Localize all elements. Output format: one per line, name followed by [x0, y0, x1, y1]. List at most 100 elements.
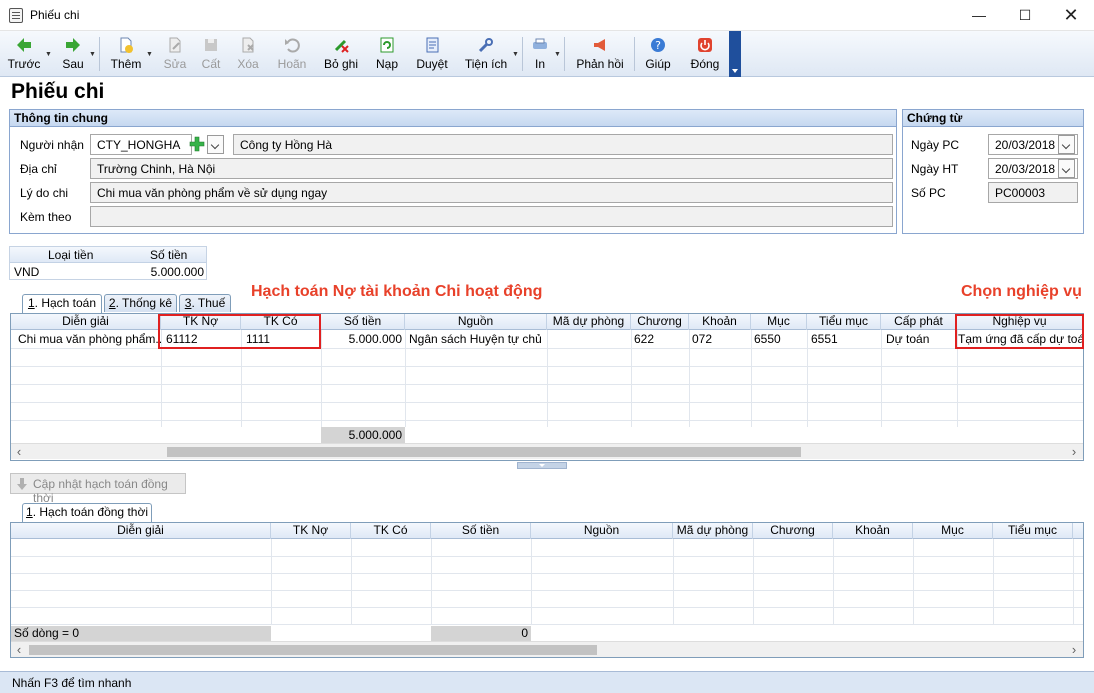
header-description[interactable]: Diễn giải: [11, 314, 161, 330]
close-window-button[interactable]: ✕: [1048, 0, 1094, 31]
grid-col-line: [351, 539, 352, 625]
add-recipient-icon[interactable]: [189, 136, 205, 152]
header-item[interactable]: Khoản: [689, 314, 751, 330]
splitter-handle[interactable]: [517, 462, 567, 469]
cell-description[interactable]: Chi mua văn phòng phẩm...: [15, 331, 161, 348]
highlight-accounts: [158, 314, 321, 349]
scroll-left-icon[interactable]: ‹: [11, 444, 27, 460]
help-button[interactable]: ? Giúp: [642, 31, 674, 77]
date-ht-label: Ngày HT: [911, 162, 959, 176]
header2-chapter[interactable]: Chương: [753, 523, 833, 539]
tools-icon: [478, 38, 493, 53]
header-source[interactable]: Nguồn: [405, 314, 547, 330]
maximize-button[interactable]: ☐: [1002, 0, 1048, 31]
grid-row-line: [11, 607, 1083, 608]
header-amount[interactable]: Số tiền: [321, 314, 405, 330]
delete-button[interactable]: Xóa: [230, 31, 266, 77]
unpost-icon: [334, 39, 349, 53]
cell-subsection[interactable]: 6551: [808, 331, 881, 348]
prev-dropdown-icon[interactable]: ▼: [45, 51, 52, 58]
help-icon: ?: [651, 38, 665, 52]
header2-source[interactable]: Nguồn: [531, 523, 673, 539]
date-ht-dropdown-icon[interactable]: [1058, 159, 1075, 178]
header2-subsection[interactable]: Tiểu mục: [993, 523, 1073, 539]
tab-accounting[interactable]: 1. Hạch toán: [22, 294, 102, 314]
print-icon: [533, 38, 547, 49]
undo-button[interactable]: Hoãn: [272, 31, 312, 77]
grid1-scroll-thumb[interactable]: [167, 447, 801, 457]
unpost-button[interactable]: Bỏ ghi: [320, 31, 362, 77]
grid1-hscrollbar[interactable]: ‹ ›: [11, 443, 1083, 459]
currency-table: Loại tiền Số tiền VND 5.000.000: [9, 246, 207, 280]
next-dropdown-icon[interactable]: ▼: [89, 51, 96, 58]
header2-credit-account[interactable]: TK Có: [351, 523, 431, 539]
save-button[interactable]: Cất: [194, 31, 228, 77]
edit-button[interactable]: Sửa: [158, 31, 192, 77]
grid-row-line: [11, 590, 1083, 591]
grid1-total-amount: 5.000.000: [348, 428, 402, 442]
cell-allocation[interactable]: Dự toán: [883, 331, 957, 348]
voucher-number-label: Số PC: [911, 186, 946, 200]
cell-section[interactable]: 6550: [751, 331, 807, 348]
next-button[interactable]: Sau: [54, 31, 92, 77]
post-button[interactable]: Nạp: [370, 31, 404, 77]
header-chapter[interactable]: Chương: [631, 314, 689, 330]
add-button[interactable]: Thêm: [104, 31, 148, 77]
grid2-scroll-thumb[interactable]: [29, 645, 597, 655]
tab-tax[interactable]: 3. Thuế: [179, 294, 231, 312]
recipient-name-field[interactable]: Công ty Hồng Hà: [233, 134, 893, 155]
toolbar-overflow-icon[interactable]: [729, 31, 741, 77]
print-button[interactable]: In: [526, 31, 554, 77]
concurrent-accounting-grid: Diễn giải TK Nợ TK Có Số tiền Nguồn Mã d…: [10, 522, 1084, 658]
new-document-icon: [120, 37, 133, 53]
currency-amount-value[interactable]: 5.000.000: [128, 265, 204, 279]
grid-col-line: [913, 539, 914, 625]
grid2-hscrollbar[interactable]: ‹ ›: [11, 641, 1083, 657]
approve-button[interactable]: Duyệt: [410, 31, 454, 77]
currency-type-value[interactable]: VND: [14, 265, 39, 279]
close-button[interactable]: Đóng: [686, 31, 724, 77]
update-concurrent-accounting-button[interactable]: Cập nhật hạch toán đồng thời: [10, 473, 186, 505]
utilities-button[interactable]: Tiện ích: [462, 31, 510, 77]
header-reserve-code[interactable]: Mã dự phòng: [547, 314, 631, 330]
annotation-debit-account: Hạch toán Nợ tài khoản Chi hoạt động: [251, 283, 543, 300]
recipient-code-input[interactable]: CTY_HONGHA: [90, 134, 192, 155]
prev-button[interactable]: Trước: [4, 31, 44, 77]
scroll-left-icon[interactable]: ‹: [11, 642, 27, 657]
recipient-label: Người nhận: [20, 138, 84, 152]
header-allocation[interactable]: Cấp phát: [881, 314, 957, 330]
grid-col-line: [431, 539, 432, 625]
grid-col-line: [993, 539, 994, 625]
minimize-button[interactable]: —: [956, 0, 1002, 31]
utilities-dropdown-icon[interactable]: ▼: [512, 51, 519, 58]
tab-statistics[interactable]: 2. Thống kê: [104, 294, 177, 312]
header2-description[interactable]: Diễn giải: [11, 523, 271, 539]
cell-chapter[interactable]: 622: [631, 331, 689, 348]
date-pc-dropdown-icon[interactable]: [1058, 135, 1075, 154]
header-subsection[interactable]: Tiểu mục: [807, 314, 881, 330]
cell-item[interactable]: 072: [689, 331, 751, 348]
recipient-dropdown-icon[interactable]: [207, 135, 224, 154]
scroll-right-icon[interactable]: ›: [1066, 642, 1082, 657]
header-section[interactable]: Mục: [751, 314, 807, 330]
attach-input[interactable]: [90, 206, 893, 227]
highlight-operation: [955, 314, 1084, 349]
grid-col-line: [881, 330, 882, 427]
reason-input[interactable]: Chi mua văn phòng phẩm về sử dụng ngay: [90, 182, 893, 203]
print-dropdown-icon[interactable]: ▼: [554, 51, 561, 58]
cell-amount[interactable]: 5.000.000: [321, 331, 405, 348]
scroll-right-icon[interactable]: ›: [1066, 444, 1082, 460]
concurrent-grid-header: Diễn giải TK Nợ TK Có Số tiền Nguồn Mã d…: [11, 523, 1083, 539]
cell-source[interactable]: Ngân sách Huyện tự chủ: [406, 331, 547, 348]
header2-item[interactable]: Khoản: [833, 523, 913, 539]
address-input[interactable]: Trường Chinh, Hà Nội: [90, 158, 893, 179]
header2-reserve-code[interactable]: Mã dự phòng: [673, 523, 753, 539]
cell-reserve-code[interactable]: [547, 331, 631, 348]
header2-section[interactable]: Mục: [913, 523, 993, 539]
tab-concurrent-accounting[interactable]: 1. Hạch toán đồng thời: [22, 503, 152, 523]
add-dropdown-icon[interactable]: ▼: [146, 51, 153, 58]
feedback-button[interactable]: Phản hồi: [572, 31, 628, 77]
header2-debit-account[interactable]: TK Nợ: [271, 523, 351, 539]
header2-amount[interactable]: Số tiền: [431, 523, 531, 539]
voucher-number-field[interactable]: PC00003: [988, 182, 1078, 203]
